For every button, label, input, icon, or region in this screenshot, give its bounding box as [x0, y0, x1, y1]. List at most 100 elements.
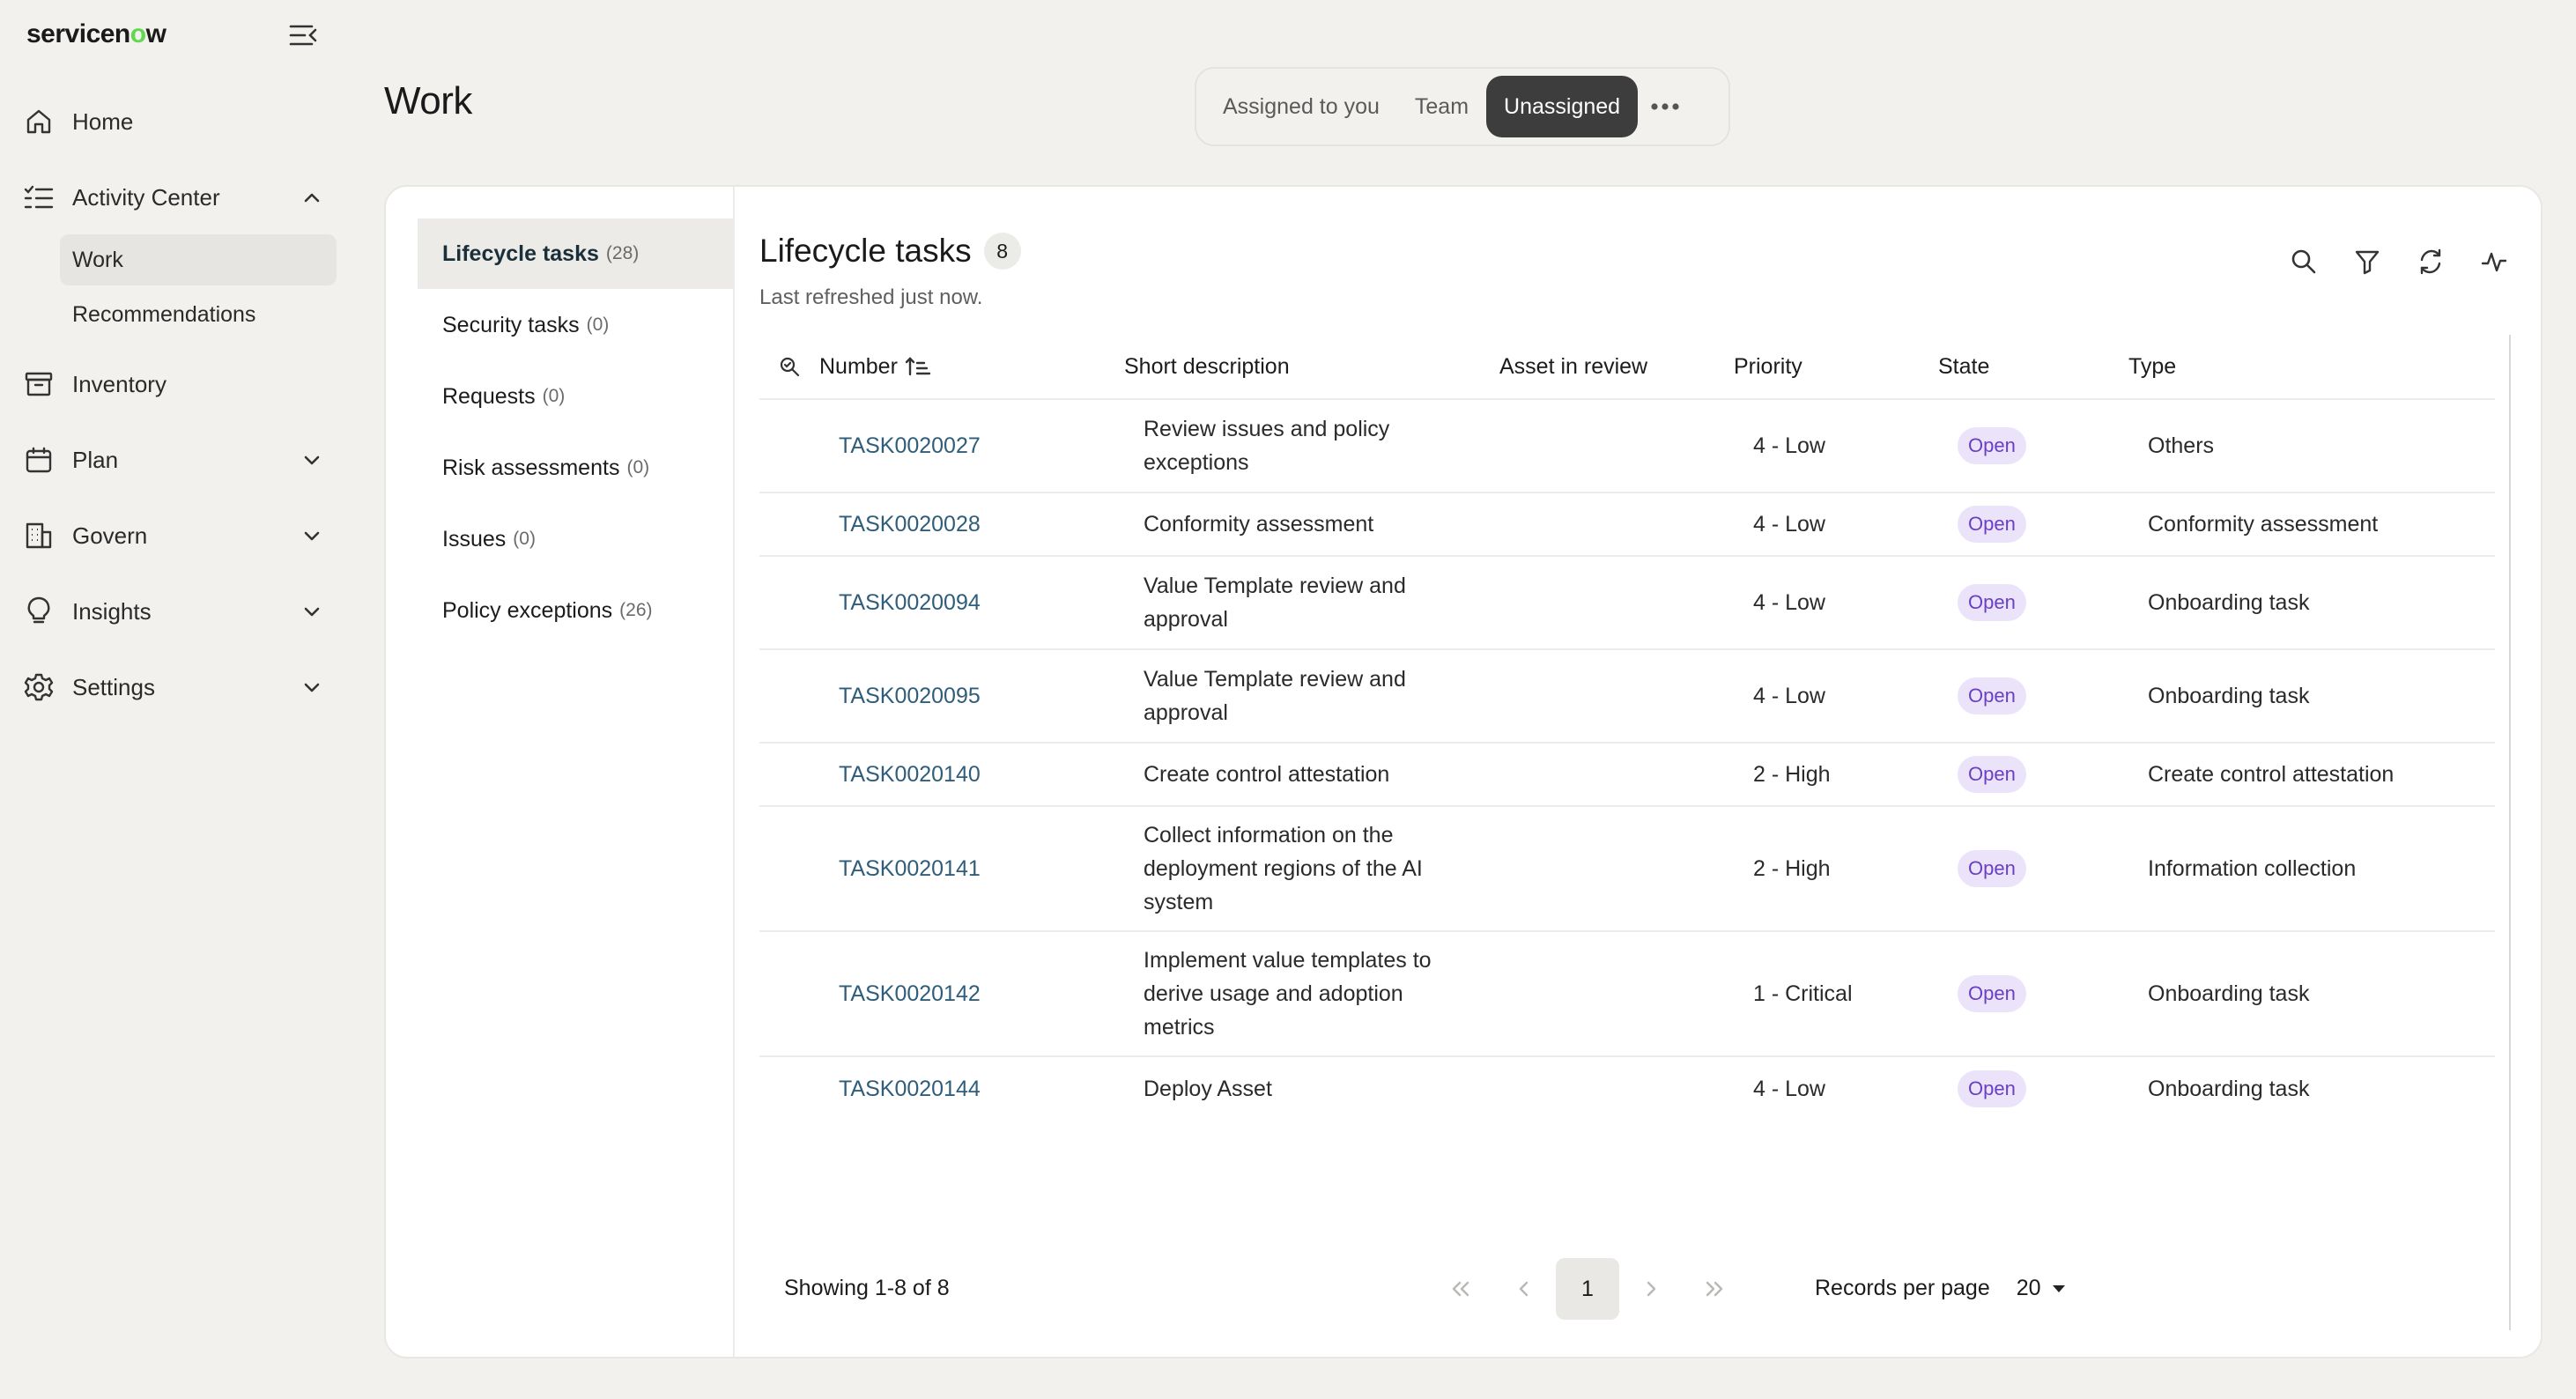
column-label: Number [819, 353, 898, 379]
task-number-link[interactable]: TASK0020027 [839, 433, 981, 459]
nav-item-activity-center[interactable]: Activity Center [21, 173, 335, 222]
category-issues[interactable]: Issues (0) [418, 504, 735, 574]
nav-item-settings[interactable]: Settings [21, 662, 335, 712]
state-badge: Open [1958, 427, 2026, 464]
previous-page-icon[interactable] [1492, 1258, 1556, 1320]
task-number-link[interactable]: TASK0020028 [839, 512, 981, 537]
table-row[interactable]: TASK0020142 Implement value templates to… [759, 932, 2495, 1057]
column-header-number[interactable]: Number [819, 354, 1124, 380]
state-badge: Open [1958, 584, 2026, 621]
work-filter-tabs: Assigned to you Team Unassigned [1195, 67, 1730, 146]
home-icon [21, 104, 56, 139]
records-per-page: Records per page 20 [1815, 1276, 2066, 1301]
task-number-link[interactable]: TASK0020095 [839, 684, 981, 709]
nav-subitem-work[interactable]: Work [60, 234, 337, 285]
records-per-page-select[interactable]: 20 [2017, 1276, 2066, 1301]
table-row[interactable]: TASK0020028 Conformity assessment 4 - Lo… [759, 493, 2495, 557]
chevron-down-icon [294, 530, 329, 541]
task-number-link[interactable]: TASK0020144 [839, 1077, 981, 1102]
column-header-priority[interactable]: Priority [1734, 354, 1938, 380]
category-count: (0) [542, 386, 566, 406]
chevron-down-icon [294, 606, 329, 617]
page-number-button[interactable]: 1 [1556, 1258, 1619, 1320]
task-priority: 2 - High [1753, 855, 1831, 881]
column-header-short-description[interactable]: Short description [1124, 354, 1499, 380]
category-label: Lifecycle tasks [442, 241, 599, 266]
nav-item-home[interactable]: Home [21, 97, 335, 146]
task-type: Information collection [2148, 855, 2357, 881]
column-header-state[interactable]: State [1938, 354, 2128, 380]
table-row[interactable]: TASK0020144 Deploy Asset 4 - Low Open On… [759, 1057, 2495, 1121]
task-number-link[interactable]: TASK0020141 [839, 856, 981, 882]
task-type: Onboarding task [2148, 589, 2310, 615]
first-page-icon[interactable] [1429, 1258, 1492, 1320]
category-policy-exceptions[interactable]: Policy exceptions (26) [418, 575, 735, 646]
category-lifecycle-tasks[interactable]: Lifecycle tasks (28) [418, 218, 735, 289]
caret-down-icon [2052, 1284, 2066, 1293]
nav-label-inventory: Inventory [72, 370, 167, 397]
records-per-page-label: Records per page [1815, 1276, 1990, 1300]
refresh-icon[interactable] [2410, 241, 2451, 282]
task-priority: 4 - Low [1753, 433, 1825, 458]
nav-item-govern[interactable]: Govern [21, 511, 335, 560]
inventory-box-icon [21, 366, 56, 402]
nav-label-govern: Govern [72, 522, 148, 549]
task-number-link[interactable]: TASK0020142 [839, 981, 981, 1007]
table-row[interactable]: TASK0020095 Value Template review and ap… [759, 650, 2495, 744]
state-badge: Open [1958, 1070, 2026, 1107]
row-select-icon[interactable] [759, 355, 819, 378]
task-type: Create control attestation [2148, 761, 2395, 787]
category-requests[interactable]: Requests (0) [418, 361, 735, 432]
state-badge: Open [1958, 756, 2026, 793]
nav-label-activity-center: Activity Center [72, 183, 220, 211]
task-priority: 4 - Low [1753, 1076, 1825, 1101]
activity-icon[interactable] [2474, 241, 2514, 282]
nav-subitem-recommendations[interactable]: Recommendations [60, 289, 337, 340]
task-number-link[interactable]: TASK0020094 [839, 590, 981, 616]
task-description: Value Template review and approval [1144, 667, 1406, 725]
category-count: (0) [586, 315, 610, 335]
column-header-type[interactable]: Type [2128, 354, 2495, 380]
category-count: (28) [605, 243, 640, 263]
next-page-icon[interactable] [1619, 1258, 1683, 1320]
table-scrollbar[interactable] [2509, 335, 2511, 1330]
state-badge: Open [1958, 850, 2026, 887]
more-options-icon[interactable] [1638, 76, 1692, 137]
category-label: Policy exceptions [442, 597, 613, 623]
nav-item-insights[interactable]: Insights [21, 587, 335, 636]
table-row[interactable]: TASK0020094 Value Template review and ap… [759, 557, 2495, 650]
filter-icon[interactable] [2347, 241, 2387, 282]
tab-team[interactable]: Team [1397, 76, 1486, 137]
tab-assigned-to-you[interactable]: Assigned to you [1205, 76, 1397, 137]
task-description: Implement value templates to derive usag… [1144, 948, 1432, 1040]
table-row[interactable]: TASK0020140 Create control attestation 2… [759, 744, 2495, 807]
search-icon[interactable] [2284, 241, 2324, 282]
work-card: Lifecycle tasks (28) Security tasks (0) Re… [384, 185, 2543, 1358]
category-risk-assessments[interactable]: Risk assessments (0) [418, 433, 735, 503]
list-toolbar [2284, 241, 2514, 282]
task-description: Deploy Asset [1144, 1077, 1272, 1101]
list-count-badge: 8 [983, 233, 1021, 270]
table-row[interactable]: TASK0020141 Collect information on the d… [759, 807, 2495, 932]
table-header-row: Number Short description Asset in review… [759, 335, 2495, 400]
tab-unassigned[interactable]: Unassigned [1486, 76, 1639, 137]
list-heading: Lifecycle tasks 8 [759, 233, 1021, 270]
nav-item-plan[interactable]: Plan [21, 435, 335, 485]
sort-ascending-icon[interactable] [905, 356, 931, 377]
task-description: Conformity assessment [1144, 512, 1374, 537]
table-row[interactable]: TASK0020027 Review issues and policy exc… [759, 400, 2495, 493]
nav-label-home: Home [72, 107, 134, 135]
task-number-link[interactable]: TASK0020140 [839, 762, 981, 788]
servicenow-logo[interactable]: servicenow [26, 19, 167, 49]
task-priority: 4 - Low [1753, 589, 1825, 615]
column-header-asset-in-review[interactable]: Asset in review [1499, 354, 1734, 380]
list-title: Lifecycle tasks [759, 233, 972, 269]
tasks-table: Number Short description Asset in review… [759, 335, 2495, 1121]
category-count: (0) [626, 457, 650, 477]
side-navigation: servicenow Home Activity Center Work Rec… [0, 0, 352, 1399]
last-page-icon[interactable] [1683, 1258, 1746, 1320]
collapse-menu-icon[interactable] [287, 21, 319, 49]
category-security-tasks[interactable]: Security tasks (0) [418, 290, 735, 360]
nav-item-inventory[interactable]: Inventory [21, 359, 335, 409]
task-priority: 2 - High [1753, 761, 1831, 787]
